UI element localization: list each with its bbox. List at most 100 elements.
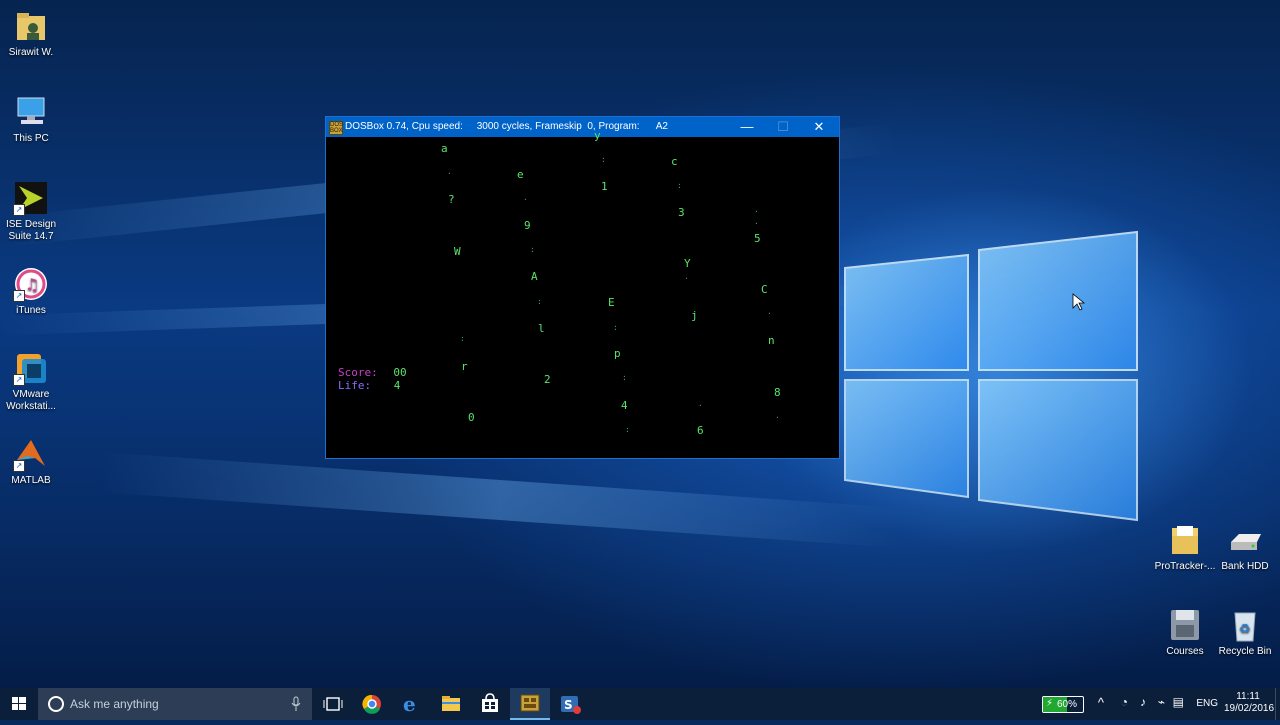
user-folder-icon [13, 8, 49, 44]
shortcut-arrow-icon: ↗ [13, 290, 25, 302]
falling-letter: 4 [621, 399, 628, 412]
letter-trail: : [601, 155, 606, 164]
dosbox-app-icon: DOS BOX [329, 121, 344, 135]
life-row: Life: 4 [338, 379, 407, 392]
desktop-icon-matlab[interactable]: ↗ MATLAB [0, 436, 62, 487]
game-hud: Score: 00 Life: 4 [338, 366, 407, 392]
dosbox-window[interactable]: DOS BOX DOSBox 0.74, Cpu speed: 3000 cyc… [325, 116, 840, 459]
dosbox-game-screen[interactable]: a y c e 1 ? 3 9 5 W Y A C E j l n p r 2 … [326, 129, 839, 458]
falling-letter: e [517, 168, 524, 181]
svg-text:e: e [403, 692, 416, 716]
edge-icon: e [403, 692, 416, 716]
dosbox-window-title: DOSBox 0.74, Cpu speed: 3000 cycles, Fra… [345, 121, 668, 132]
letter-trail: . [447, 167, 452, 176]
falling-letter: 6 [697, 424, 704, 437]
falling-letter: 2 [544, 373, 551, 386]
falling-letter: 0 [468, 411, 475, 424]
desktop-icon-label: ISE Design Suite 14.7 [5, 219, 57, 242]
recycle-bin-icon: ♻ [1227, 607, 1263, 643]
dosbox-icon [520, 694, 540, 712]
score-label: Score: [338, 366, 378, 379]
action-center-icon[interactable]: ▤ [1173, 695, 1184, 709]
store-icon [482, 693, 498, 712]
falling-letter: W [454, 245, 461, 258]
battery-percent: 60% [1057, 699, 1078, 710]
battery-indicator[interactable]: ⚡ 60% [1042, 696, 1084, 713]
desktop-icon-vmware[interactable]: ↗ VMware Workstati... [0, 350, 62, 413]
dosbox-taskbar-button[interactable] [510, 688, 550, 720]
volume-icon[interactable]: ♪ [1140, 695, 1146, 709]
matlab-icon: ↗ [13, 436, 49, 472]
wifi-icon[interactable]: ◔ [1121, 695, 1128, 709]
minimize-button[interactable]: — [729, 117, 765, 137]
letter-trail: . [754, 217, 759, 226]
store-taskbar-button[interactable] [470, 688, 510, 720]
letter-trail: : [622, 373, 627, 382]
letter-trail: : [613, 323, 618, 332]
life-label: Life: [338, 379, 372, 392]
show-desktop-button[interactable] [1275, 688, 1280, 720]
letter-trail: . [523, 193, 528, 202]
letter-trail: : [625, 425, 630, 434]
desktop-icon-label: MATLAB [11, 475, 51, 486]
power-plug-icon[interactable]: ⌁ [1158, 695, 1165, 709]
floppy-icon [1167, 607, 1203, 643]
close-button[interactable]: ✕ [801, 117, 837, 137]
clock[interactable]: 11:11 19/02/2016 [1224, 691, 1275, 715]
score-row: Score: 00 [338, 366, 407, 379]
itunes-icon: ♫ ↗ [13, 266, 49, 302]
falling-letter: E [608, 296, 615, 309]
folder-icon [1167, 522, 1203, 558]
life-value: 4 [393, 379, 401, 392]
snagit-icon: S [561, 696, 581, 714]
desktop-icon-user-folder[interactable]: Sirawit W. [0, 8, 62, 59]
task-view-button[interactable] [313, 688, 353, 720]
clock-date: 19/02/2016 [1224, 703, 1275, 714]
desktop-icon-courses[interactable]: Courses [1154, 607, 1216, 658]
language-indicator[interactable]: ENG [1196, 698, 1218, 709]
chrome-icon [362, 694, 381, 714]
microphone-icon[interactable] [290, 696, 302, 712]
vmware-icon: ↗ [13, 350, 49, 386]
desktop-icon-itunes[interactable]: ♫ ↗ iTunes [0, 266, 62, 317]
start-button[interactable] [0, 688, 38, 720]
maximize-button[interactable]: ☐ [765, 117, 801, 137]
desktop-icon-label: Recycle Bin [1218, 646, 1272, 657]
search-box[interactable]: Ask me anything [38, 688, 312, 720]
chrome-taskbar-button[interactable] [352, 688, 392, 720]
letter-trail: : [530, 245, 535, 254]
desktop-icon-this-pc[interactable]: This PC [0, 94, 62, 145]
snagit-taskbar-button[interactable]: S [550, 688, 590, 720]
show-hidden-icons-chevron-icon[interactable]: ^ [1098, 695, 1104, 710]
desktop-icon-label: ProTracker-... [1154, 561, 1216, 572]
falling-letter: 1 [601, 180, 608, 193]
falling-letter: p [614, 347, 621, 360]
desktop-icon-protracker[interactable]: ProTracker-... [1154, 522, 1216, 573]
falling-letter: 3 [678, 206, 685, 219]
shortcut-arrow-icon: ↗ [13, 204, 25, 216]
shortcut-arrow-icon: ↗ [13, 374, 25, 386]
desktop-icon-recycle-bin[interactable]: ♻ Recycle Bin [1214, 607, 1276, 658]
letter-trail: . [767, 307, 772, 316]
dosbox-title-bar[interactable]: DOS BOX DOSBox 0.74, Cpu speed: 3000 cyc… [326, 117, 839, 137]
ise-design-icon: ↗ [13, 180, 49, 216]
letter-trail: : [537, 297, 542, 306]
edge-taskbar-button[interactable]: e [392, 688, 432, 720]
falling-letter: l [538, 322, 545, 335]
falling-letter: 8 [774, 386, 781, 399]
desktop-icon-label: iTunes [16, 305, 46, 316]
file-explorer-taskbar-button[interactable] [431, 688, 471, 720]
desktop-icon-label: Courses [1166, 646, 1204, 657]
clock-time: 11:11 [1236, 691, 1260, 702]
computer-icon [13, 94, 49, 130]
falling-letter: y [594, 129, 601, 142]
cortana-icon [48, 696, 64, 712]
falling-letter: A [531, 270, 538, 283]
falling-letter: c [671, 155, 678, 168]
desktop-icon-bank-hdd[interactable]: Bank HDD [1214, 522, 1276, 573]
battery-icon: ⚡ [1046, 698, 1054, 709]
falling-letter: ? [448, 193, 455, 206]
desktop-icon-ise-design-suite[interactable]: ↗ ISE Design Suite 14.7 [0, 180, 62, 243]
falling-letter: 5 [754, 232, 761, 245]
desktop-icon-label: This PC [13, 133, 49, 144]
